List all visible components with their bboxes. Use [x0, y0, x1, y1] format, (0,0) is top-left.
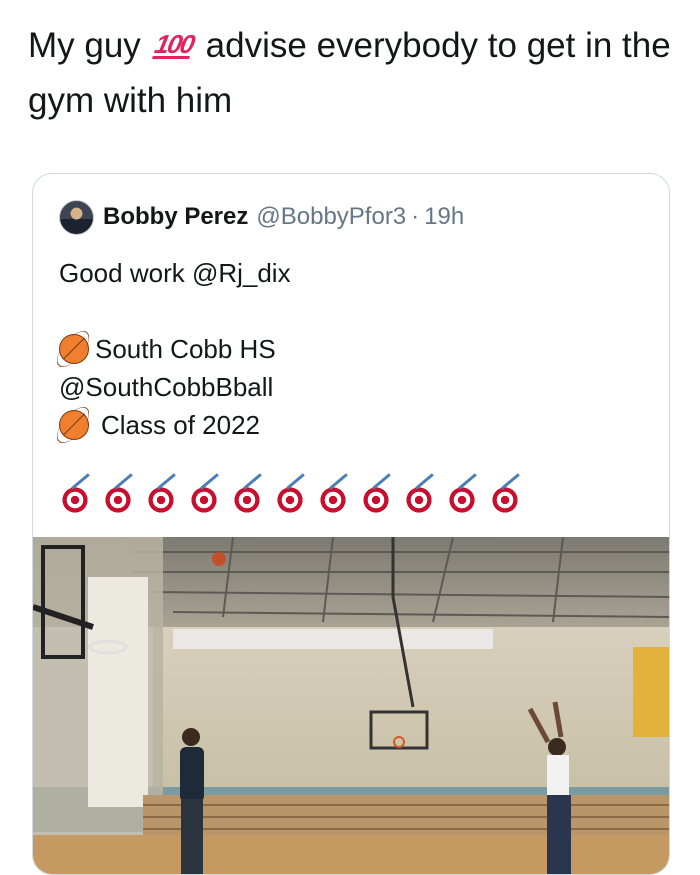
quoted-timestamp[interactable]: 19h	[424, 203, 464, 231]
back-wall	[153, 627, 669, 787]
direct-hit-icon	[274, 484, 306, 516]
quoted-tweet-header: Bobby Perez @BobbyPfor3 · 19h	[59, 199, 464, 235]
direct-hit-icon	[317, 484, 349, 516]
direct-hit-icon	[102, 484, 134, 516]
direct-hit-icon	[360, 484, 392, 516]
target-emoji-row	[59, 484, 521, 516]
hundred-points-icon: 100	[151, 29, 196, 59]
direct-hit-icon	[188, 484, 220, 516]
quoted-line: Good work @Rj_dix	[59, 258, 291, 288]
quoted-line: Class of 2022	[59, 406, 291, 444]
direct-hit-icon	[403, 484, 435, 516]
basketball-in-air	[212, 552, 226, 566]
quoted-line-blank	[59, 292, 291, 330]
quoted-line-text: South Cobb HS	[95, 334, 276, 364]
quoted-author-handle[interactable]: @BobbyPfor3	[256, 203, 406, 231]
avatar[interactable]	[59, 199, 94, 235]
direct-hit-icon	[231, 484, 263, 516]
left-window	[88, 577, 148, 807]
quoted-line: South Cobb HS	[59, 330, 291, 368]
quoted-line[interactable]: @SouthCobbBball	[59, 368, 291, 406]
tweet-text-before: My guy	[28, 26, 141, 65]
quoted-tweet-body: Good work @Rj_dix South Cobb HS @SouthCo…	[59, 254, 291, 444]
direct-hit-icon	[59, 484, 91, 516]
quoted-author-name[interactable]: Bobby Perez	[103, 203, 248, 231]
quoted-line-text: Class of 2022	[101, 410, 260, 440]
video-thumbnail[interactable]	[33, 537, 669, 875]
direct-hit-icon	[446, 484, 478, 516]
tweet-text: My guy 100 advise everybody to get in th…	[28, 18, 678, 128]
separator-dot: ·	[411, 203, 420, 230]
direct-hit-icon	[489, 484, 521, 516]
direct-hit-icon	[145, 484, 177, 516]
yellow-panel	[633, 647, 669, 737]
basketball-icon	[59, 410, 89, 440]
player-left	[180, 728, 204, 874]
window-band	[173, 629, 493, 649]
basketball-icon	[59, 334, 89, 364]
court-floor	[33, 835, 669, 874]
quoted-tweet-card[interactable]: Bobby Perez @BobbyPfor3 · 19h Good work …	[32, 173, 670, 875]
